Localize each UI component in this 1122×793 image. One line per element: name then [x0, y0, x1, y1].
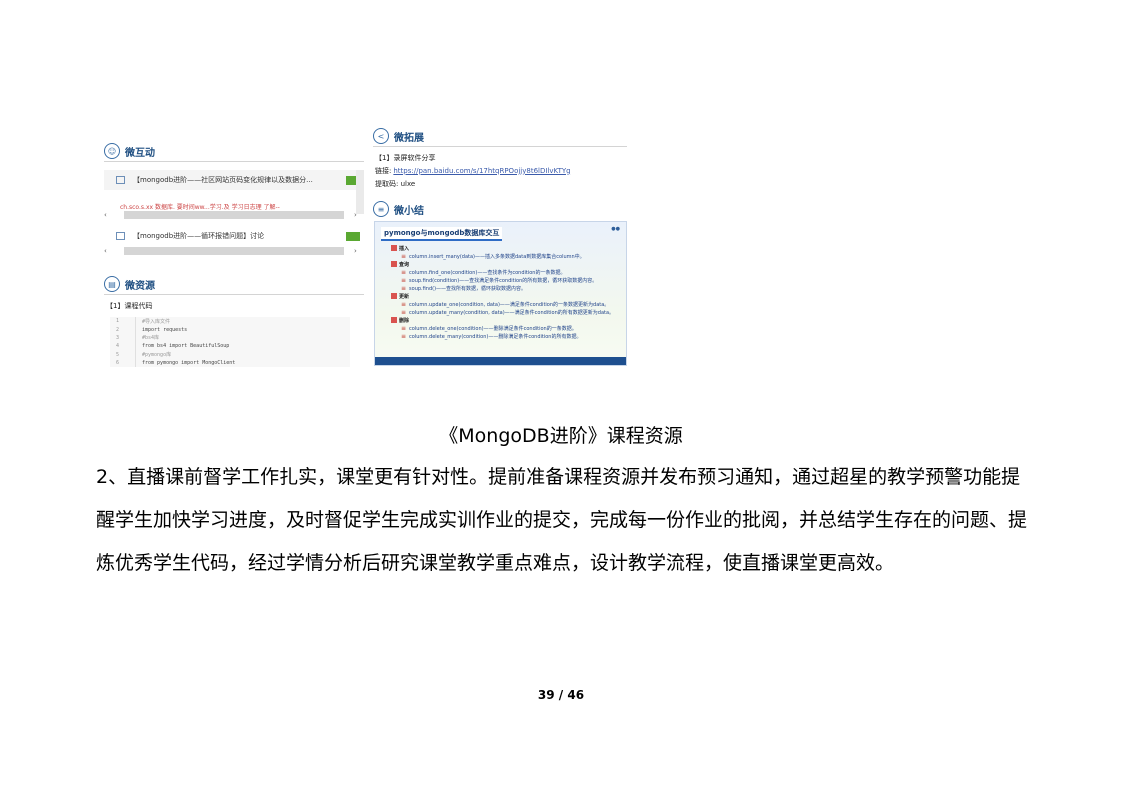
divider: [104, 161, 364, 162]
list-item-text: 【mongodb进阶——循环报错问题】讨论: [133, 232, 265, 240]
category-icon: [391, 261, 397, 267]
figure-caption: 《MongoDB进阶》课程资源: [439, 425, 683, 447]
folder-icon: ▤: [104, 276, 120, 292]
logo: ●●: [611, 226, 620, 232]
summary-category: 更新: [391, 292, 620, 300]
summary-item: soup.find(condition)——查找满足条件condition的所有…: [391, 276, 620, 284]
extend-panel: < 微拓展 【1】录屏软件分享 链接: https://pan.baidu.co…: [373, 126, 627, 196]
download-link[interactable]: https://pan.baidu.com/s/17htqRPOojjy8t6l…: [393, 167, 570, 175]
list-item[interactable]: 【mongodb进阶——社区网站页码变化规律以及数据分...: [104, 170, 364, 190]
code-line: 2 import requests: [110, 325, 350, 334]
summary-category: 删除: [391, 316, 620, 324]
chat-icon: ☺: [104, 143, 120, 159]
summary-header: ≡ 微小结: [373, 199, 627, 219]
code-line: 3 #bs4库: [110, 333, 350, 343]
link-row: 链接: https://pan.baidu.com/s/17htqRPOojjy…: [373, 164, 627, 177]
faded-row: ch.sco.s.xx 数据库. 要时间ww...学习.及 学习日志理 了解--: [120, 204, 280, 210]
scrollbar[interactable]: [356, 170, 364, 214]
extend-header: < 微拓展: [373, 126, 627, 146]
extend-item: 【1】录屏软件分享: [375, 153, 436, 162]
extract-code: 提取码: ulxe: [375, 179, 416, 188]
summary-item: column.update_one(condition, data)——满足条件…: [391, 300, 620, 308]
list-icon: ≡: [373, 201, 389, 217]
summary-item: soup.find()——查找所有数据，循环获取数据内容。: [391, 284, 620, 292]
scrollbar-h[interactable]: [124, 247, 344, 255]
body-paragraph: 2、直播课前督学工作扎实，课堂更有针对性。提前准备课程资源并发布预习通知，通过超…: [96, 466, 1028, 574]
list-item-text: 【mongodb进阶——社区网站页码变化规律以及数据分...: [133, 176, 313, 184]
interact-panel: ☺ 微互动 【mongodb进阶——社区网站页码变化规律以及数据分... ch.…: [104, 141, 364, 259]
link-label: 链接:: [375, 166, 392, 175]
interact-header: ☺ 微互动: [104, 141, 364, 161]
share-icon: <: [373, 128, 389, 144]
category-icon: [391, 317, 397, 323]
list-item[interactable]: 【mongodb进阶——循环报错问题】讨论: [104, 226, 364, 246]
code-line: 4 from bs4 import BeautifulSoup: [110, 342, 350, 351]
summary-footer: [375, 357, 626, 365]
summary-panel: ≡ 微小结 pymongo与mongodb数据库交互 ●● 插入 column.…: [373, 199, 627, 367]
divider: [104, 294, 364, 295]
code-block: 1 #导入库文件 2 import requests 3 #bs4库 4 from bs…: [110, 317, 350, 368]
summary-image: pymongo与mongodb数据库交互 ●● 插入 column.insert…: [374, 221, 627, 366]
horizontal-scroll[interactable]: ‹ ›: [104, 210, 364, 220]
code-line: 1 #导入库文件: [110, 317, 350, 326]
page-number: 39 / 46: [537, 688, 585, 702]
summary-title: 微小结: [394, 205, 424, 217]
summary-image-title: pymongo与mongodb数据库交互: [381, 227, 503, 241]
code-line: 5 #pymongo库: [110, 350, 350, 359]
code-line: 6 from pymongo import MongoClient: [110, 358, 350, 368]
summary-category: 插入: [391, 244, 620, 252]
category-icon: [391, 245, 397, 251]
divider: [373, 146, 627, 147]
category-icon: [391, 293, 397, 299]
interact-title: 微互动: [125, 147, 155, 159]
summary-item: column.find_one(condition)——查找条件为conditi…: [391, 268, 620, 276]
summary-item: column.update_many(condition, data)——满足条…: [391, 308, 620, 316]
chevron-left-icon[interactable]: ‹: [104, 211, 114, 219]
resource-header: ▤ 微资源: [104, 274, 364, 294]
chevron-right-icon[interactable]: ›: [354, 247, 364, 255]
summary-item: column.delete_many(condition)——删除满足条件con…: [391, 332, 620, 340]
resource-panel: ▤ 微资源 【1】课程代码 1 #导入库文件 2 import requests 3…: [104, 274, 364, 368]
extend-title: 微拓展: [394, 132, 424, 144]
document-icon: [116, 176, 125, 184]
horizontal-scroll[interactable]: ‹ ›: [104, 246, 364, 256]
summary-item: column.delete_one(condition)——删除满足条件cond…: [391, 324, 620, 332]
chevron-left-icon[interactable]: ‹: [104, 247, 114, 255]
resource-title: 微资源: [125, 280, 155, 292]
status-badge: [346, 231, 360, 241]
summary-item: column.insert_many(data)——插入多条数据data到数据库…: [391, 252, 620, 260]
summary-category: 查询: [391, 260, 620, 268]
resource-label: 【1】课程代码: [106, 302, 153, 310]
scrollbar-h[interactable]: [124, 211, 344, 219]
summary-body: 插入 column.insert_many(data)——插入多条数据data到…: [391, 244, 620, 340]
document-icon: [116, 232, 125, 240]
